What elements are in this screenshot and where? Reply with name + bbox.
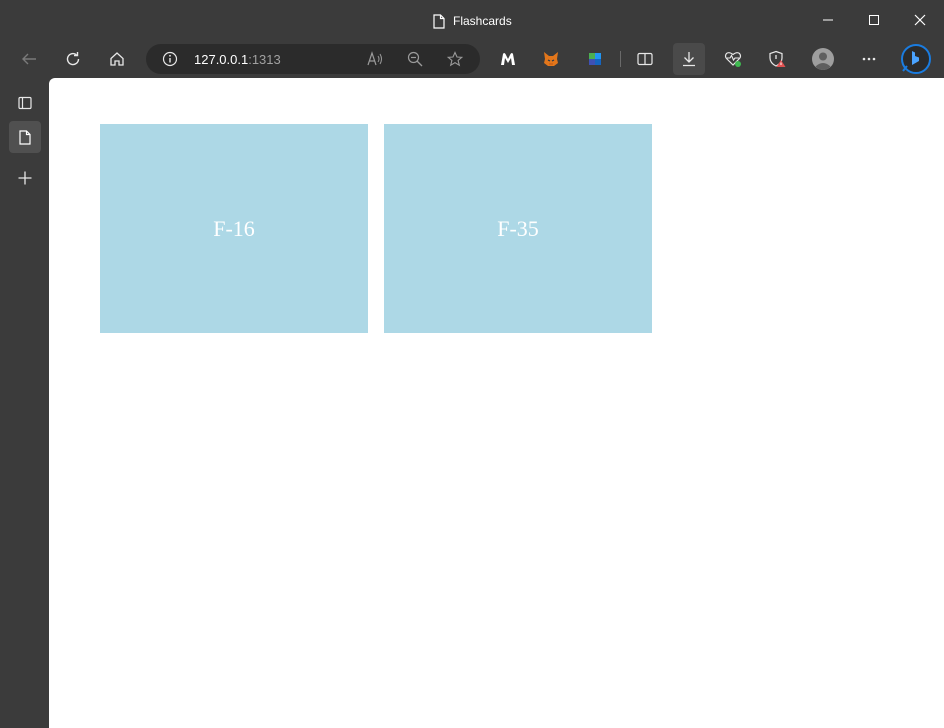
malwarebytes-extension-button[interactable]: [492, 43, 524, 75]
plus-icon: [18, 171, 32, 185]
color-extension-button[interactable]: [579, 43, 611, 75]
bing-icon: [901, 44, 931, 74]
split-screen-icon: [637, 52, 653, 66]
url-host: 127.0.0.1: [194, 52, 249, 67]
split-screen-button[interactable]: [629, 43, 661, 75]
home-icon: [110, 52, 124, 66]
more-menu-button[interactable]: [853, 43, 885, 75]
ellipsis-icon: [862, 57, 876, 61]
close-icon: [914, 14, 926, 26]
flashcard-label: F-16: [213, 215, 255, 241]
back-button[interactable]: [13, 43, 45, 75]
url-port: :1313: [248, 52, 281, 67]
download-icon: [683, 52, 695, 67]
home-button[interactable]: [101, 43, 133, 75]
title-bar: Flashcards: [0, 0, 944, 40]
favorite-star-icon[interactable]: [447, 51, 463, 67]
downloads-button[interactable]: [673, 43, 705, 75]
profile-button[interactable]: [807, 43, 839, 75]
browser-toolbar: 127.0.0.1:1313: [0, 40, 944, 78]
new-tab-button[interactable]: [9, 162, 41, 194]
window-title: Flashcards: [433, 12, 512, 30]
maximize-icon: [869, 15, 879, 25]
maximize-button[interactable]: [851, 0, 897, 40]
avatar: [812, 48, 834, 70]
metamask-extension-button[interactable]: [535, 43, 567, 75]
shield-warning-icon: [769, 50, 786, 67]
browser-essentials-button[interactable]: [717, 43, 749, 75]
bing-chat-button[interactable]: [899, 43, 933, 75]
refresh-icon: [66, 52, 80, 66]
address-bar[interactable]: 127.0.0.1:1313: [146, 44, 480, 74]
tab-actions-button[interactable]: [9, 87, 41, 119]
tab-flashcards[interactable]: [9, 121, 41, 153]
read-aloud-icon[interactable]: [367, 51, 383, 67]
page-icon: [433, 13, 445, 29]
flashcard-f16[interactable]: F-16: [100, 124, 368, 333]
page-icon: [19, 129, 31, 145]
fox-icon: [544, 52, 558, 66]
flashcard-label: F-35: [497, 215, 539, 241]
toolbar-separator: [620, 51, 621, 67]
heart-pulse-icon: [724, 52, 742, 67]
minimize-button[interactable]: [805, 0, 851, 40]
window-title-text: Flashcards: [453, 14, 512, 28]
tab-actions-icon: [18, 96, 32, 110]
site-info-icon[interactable]: [162, 51, 178, 67]
malwarebytes-icon: [501, 53, 515, 65]
vertical-tabs-sidebar: [0, 78, 49, 728]
minimize-icon: [823, 19, 833, 21]
zoom-out-icon[interactable]: [407, 51, 423, 67]
extension-cube-icon: [589, 53, 601, 65]
page-content: F-16 F-35: [49, 78, 944, 728]
back-arrow-icon: [22, 53, 36, 65]
url-text[interactable]: 127.0.0.1:1313: [194, 52, 281, 67]
refresh-button[interactable]: [57, 43, 89, 75]
security-extension-button[interactable]: [761, 43, 793, 75]
flashcard-f35[interactable]: F-35: [384, 124, 652, 333]
close-button[interactable]: [897, 0, 943, 40]
